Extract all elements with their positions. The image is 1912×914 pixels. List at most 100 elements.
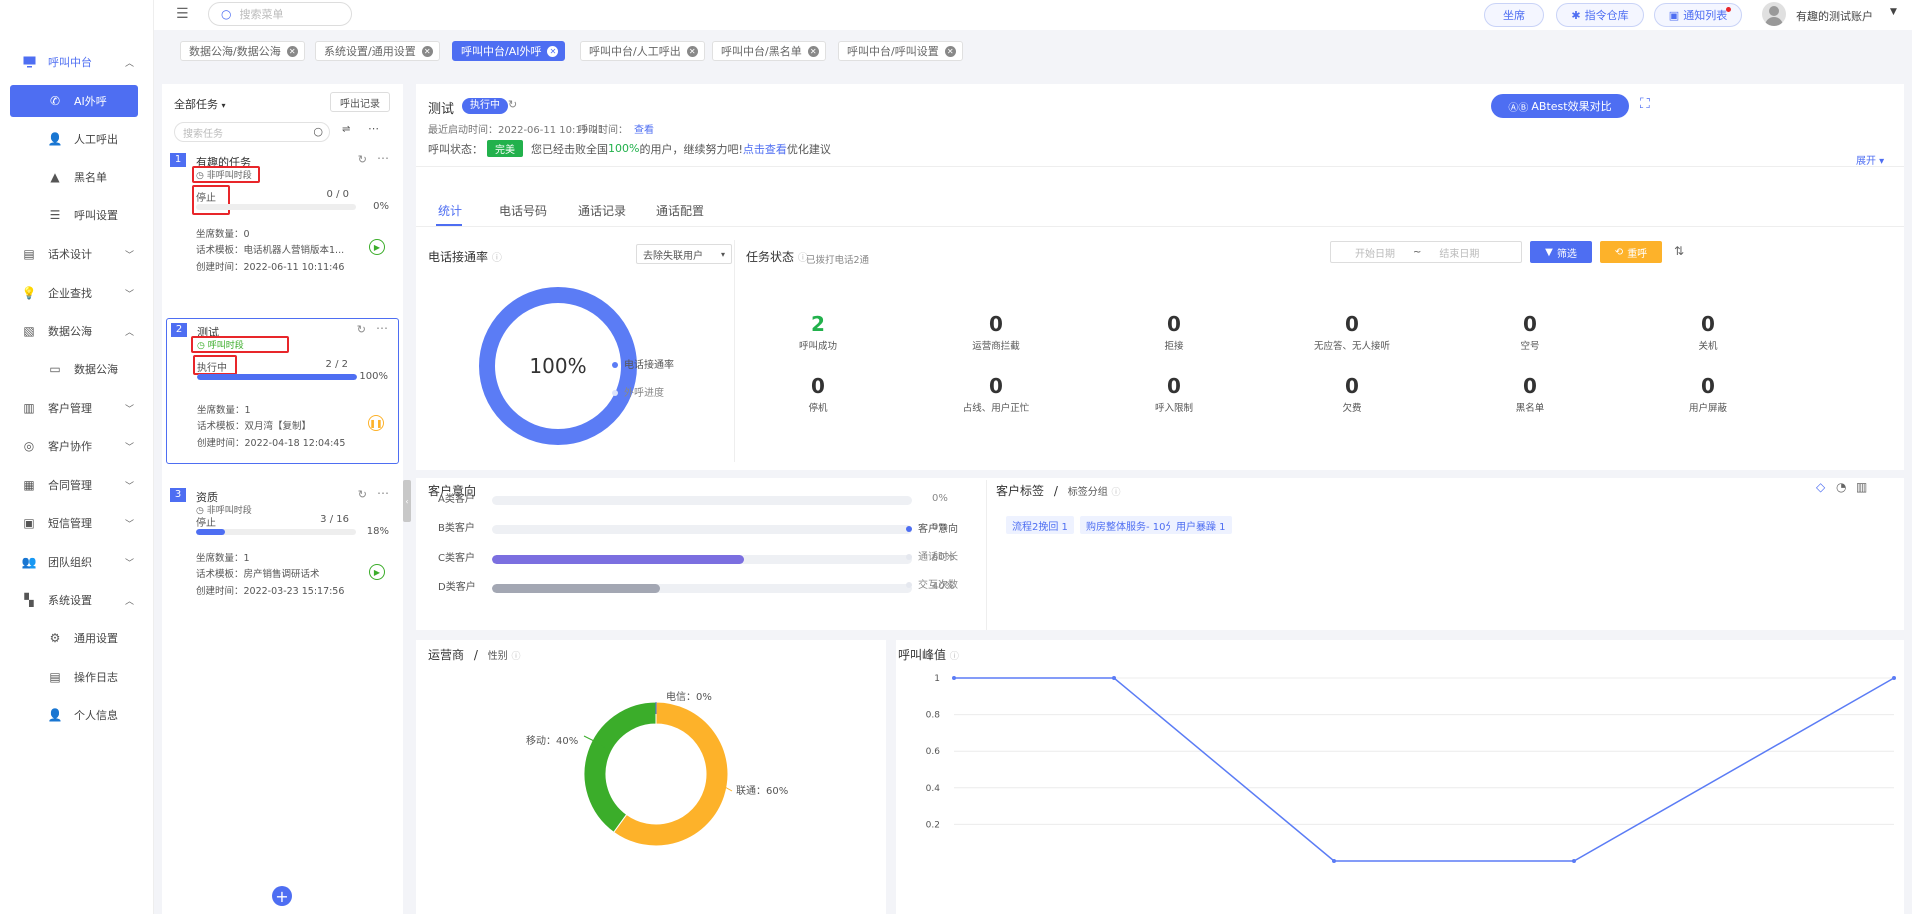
- tab-general-settings[interactable]: 系统设置/通用设置 ✕: [315, 41, 440, 61]
- pie-chart-icon[interactable]: ◔: [1836, 480, 1846, 494]
- refresh-icon[interactable]: ↻: [508, 98, 517, 111]
- tab-call-settings[interactable]: 呼叫中台/呼叫设置 ✕: [838, 41, 963, 61]
- tab-statistics[interactable]: 统计: [438, 202, 462, 219]
- call-status-badge: 完美: [487, 140, 523, 157]
- collapse-handle[interactable]: ‹: [403, 480, 411, 522]
- refresh-icon[interactable]: ↻: [358, 488, 367, 501]
- sidebar-group-contract[interactable]: ▦ 合同管理 ﹀: [0, 466, 154, 504]
- task-card-selected[interactable]: 2 测试 ↻ ⋯ ◷ 呼叫时段 执行中 2 / 2 100% 坐席数量：1 话术…: [166, 318, 399, 464]
- sidebar-group-customer[interactable]: ▥ 客户管理 ﹀: [0, 389, 154, 427]
- play-icon[interactable]: ▶: [369, 564, 385, 580]
- sidebar-item-data-sea[interactable]: ▭ 数据公海: [0, 350, 154, 388]
- sort-icon[interactable]: ⇅: [1674, 244, 1684, 258]
- sidebar-group-team[interactable]: 👥 团队组织 ﹀: [0, 543, 154, 581]
- notify-list-button[interactable]: ▣ 通知列表: [1654, 3, 1742, 27]
- task-search-input[interactable]: 搜索任务 ○: [174, 122, 330, 142]
- monitor-icon: [22, 55, 36, 69]
- stat-empty-number: 0 空号: [1470, 312, 1590, 352]
- gender-link[interactable]: 性别: [488, 651, 508, 662]
- avatar[interactable]: [1762, 2, 1786, 26]
- info-icon: ⓘ: [949, 652, 959, 662]
- tab-call-records[interactable]: 通话记录: [578, 202, 626, 219]
- tab-label: 呼叫中台/黑名单: [721, 45, 802, 58]
- sidebar-group-data-sea[interactable]: ▧ 数据公海 ︿: [0, 312, 154, 350]
- sidebar-item-label: 话术设计: [48, 248, 92, 261]
- fullscreen-icon[interactable]: ⛶: [1640, 96, 1650, 112]
- more-icon[interactable]: ⋯: [377, 151, 389, 165]
- tab-ai-call[interactable]: 呼叫中台/AI外呼 ✕: [452, 41, 566, 61]
- tab-data-sea[interactable]: 数据公海/数据公海 ✕: [180, 41, 305, 61]
- tab-manual-call[interactable]: 呼叫中台/人工呼出 ✕: [580, 41, 705, 61]
- stat-power-off: 0 关机: [1648, 312, 1768, 352]
- tab-call-config[interactable]: 通话配置: [656, 202, 704, 219]
- tab-phone-numbers[interactable]: 电话号码: [499, 202, 547, 219]
- expand-toggle[interactable]: 展开 ▾: [1856, 152, 1884, 167]
- customer-tag-chip[interactable]: 流程2挽回 1: [1006, 516, 1074, 534]
- pin-icon: ✱: [1571, 8, 1581, 22]
- sort-icon[interactable]: ⇌: [342, 124, 350, 135]
- sidebar-group-system[interactable]: ▚ 系统设置 ︿: [0, 581, 154, 619]
- tag-group-link[interactable]: 标签分组: [1068, 487, 1108, 498]
- sidebar-item-blacklist[interactable]: ▲ 黑名单: [0, 158, 154, 196]
- tab-blacklist[interactable]: 呼叫中台/黑名单 ✕: [712, 41, 826, 61]
- notify-dot: [1726, 7, 1731, 12]
- close-icon[interactable]: ✕: [286, 45, 298, 57]
- sidebar-item-operation-log[interactable]: ▤ 操作日志: [0, 658, 154, 696]
- sidebar-group-collab[interactable]: ◎ 客户协作 ﹀: [0, 427, 154, 465]
- recall-button[interactable]: ⟲ 重呼: [1600, 241, 1662, 263]
- sliders-icon: ☰: [49, 208, 61, 222]
- optimization-link[interactable]: 点击查看: [743, 141, 787, 157]
- sidebar-item-ai-call[interactable]: ✆ AI外呼: [10, 85, 138, 117]
- legend-label: 交互次数: [918, 580, 958, 591]
- caret-down-icon[interactable]: ▼: [1890, 7, 1897, 17]
- sidebar-item-personal-info[interactable]: 👤 个人信息: [0, 696, 154, 734]
- task-card[interactable]: 1 有趣的任务 ↻ ⋯ ◷ 非呼叫时段 停止 0 / 0 0% 坐席数量：0 话…: [166, 149, 399, 295]
- task-created: 创建时间：2022-06-11 10:11:46: [196, 262, 345, 273]
- add-task-button[interactable]: +: [272, 886, 292, 906]
- sidebar-group-company[interactable]: 💡 企业查找 ﹀: [0, 274, 154, 312]
- call-time-link[interactable]: 查看: [634, 125, 654, 136]
- refresh-icon[interactable]: ↻: [357, 323, 366, 336]
- seat-button[interactable]: 坐席: [1484, 3, 1544, 27]
- task-filter-select[interactable]: 全部任务 ▾: [174, 96, 226, 112]
- stat-carrier-block: 0 运营商拦截: [936, 312, 1056, 352]
- task-card[interactable]: 3 资质 ↻ ⋯ ◷ 非呼叫时段 停止 3 / 16 18% 坐席数量：1 话术…: [166, 484, 399, 630]
- menu-search-input[interactable]: ○ 搜索菜单: [208, 2, 352, 26]
- customer-tag-chip[interactable]: 用户暴躁 1: [1170, 516, 1232, 534]
- phone-icon: ✆: [49, 94, 61, 108]
- close-icon[interactable]: ✕: [686, 45, 698, 57]
- sidebar-group-script[interactable]: ▤ 话术设计 ﹀: [0, 235, 154, 273]
- search-icon: ○: [313, 125, 323, 138]
- menu-toggle-icon[interactable]: ☰: [176, 6, 189, 22]
- account-name[interactable]: 有趣的测试账户: [1796, 8, 1873, 24]
- sidebar-group-sms[interactable]: ▣ 短信管理 ﹀: [0, 504, 154, 542]
- close-icon[interactable]: ✕: [547, 45, 559, 57]
- abtest-button[interactable]: ⒶⒷ ABtest效果对比: [1491, 94, 1629, 118]
- command-store-button[interactable]: ✱ 指令仓库: [1556, 3, 1644, 27]
- date-range-picker[interactable]: 开始日期 ~ 结束日期: [1330, 241, 1522, 263]
- more-icon[interactable]: ⋯: [368, 122, 379, 135]
- refresh-icon[interactable]: ↻: [358, 153, 367, 166]
- close-icon[interactable]: ✕: [944, 45, 956, 57]
- connect-filter-select[interactable]: 去除失联用户 ▾: [636, 244, 732, 264]
- legend-item: 外呼进度: [612, 384, 664, 399]
- sidebar-item-manual-call[interactable]: 👤 人工呼出: [0, 120, 154, 158]
- bar-chart-icon[interactable]: ▥: [1856, 480, 1867, 494]
- highlight-box: [192, 185, 230, 215]
- chevron-down-icon: ▾: [221, 101, 226, 110]
- doc-icon: ▤: [49, 670, 61, 684]
- tag-icon[interactable]: ◇: [1816, 480, 1825, 494]
- sidebar-group-call-center[interactable]: 呼叫中台 ︿: [0, 43, 154, 81]
- play-icon[interactable]: ▶: [369, 239, 385, 255]
- sidebar-item-call-settings[interactable]: ☰ 呼叫设置: [0, 196, 154, 234]
- carrier-title: 运营商: [428, 648, 465, 662]
- more-icon[interactable]: ⋯: [377, 486, 389, 500]
- filter-button[interactable]: ▼ 筛选: [1530, 241, 1592, 263]
- close-icon[interactable]: ✕: [421, 45, 433, 57]
- more-icon[interactable]: ⋯: [376, 321, 388, 335]
- close-icon[interactable]: ✕: [807, 45, 819, 57]
- call-records-button[interactable]: 呼出记录: [330, 92, 390, 112]
- pause-icon[interactable]: ❚❚: [368, 415, 384, 431]
- sidebar-item-general-settings[interactable]: ⚙ 通用设置: [0, 619, 154, 657]
- connect-filter-value: 去除失联用户: [643, 250, 703, 262]
